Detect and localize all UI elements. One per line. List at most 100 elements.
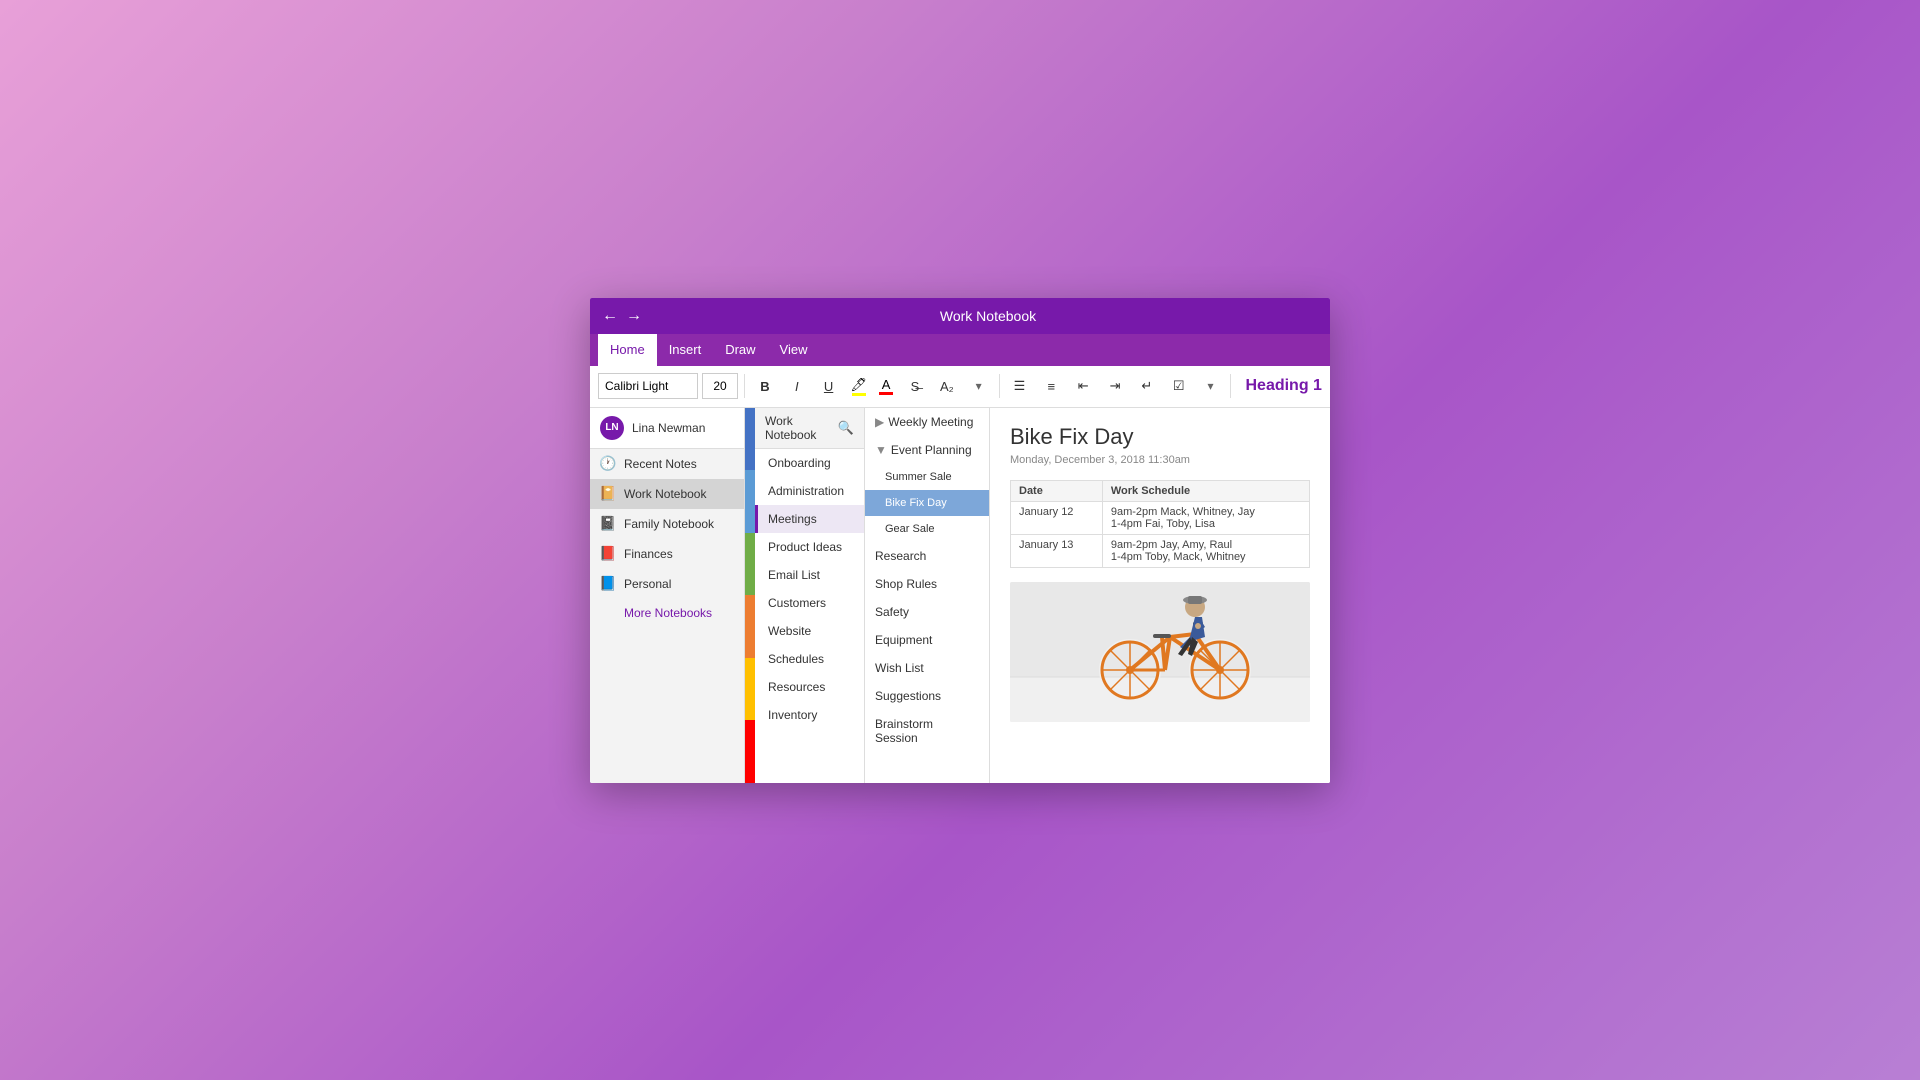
finances-icon: 📕 [600,546,616,562]
numbered-list-button[interactable]: ≡ [1037,373,1065,399]
note-content-area: Bike Fix Day Monday, December 3, 2018 11… [990,408,1330,783]
sections-panel-title: Work Notebook [765,414,838,442]
section-onboarding[interactable]: Onboarding [755,449,864,477]
sections-search-icon[interactable]: 🔍 [838,420,854,436]
forward-button[interactable]: → [626,307,642,325]
note-title: Bike Fix Day [1010,424,1310,450]
section-tab-3[interactable] [745,595,755,658]
section-tab-4[interactable] [745,658,755,721]
underline-button[interactable]: U [815,373,843,399]
section-customers[interactable]: Customers [755,589,864,617]
personal-label: Personal [624,577,671,591]
page-bike-fix-day[interactable]: Bike Fix Day [865,490,989,516]
expand-icon-event: ▼ [875,443,887,457]
page-equipment[interactable]: Equipment [865,626,989,654]
personal-icon: 📘 [600,576,616,592]
title-bar: ← → Work Notebook [590,298,1330,334]
section-meetings[interactable]: Meetings [755,505,864,533]
format-more-button[interactable]: ▾ [965,373,993,399]
indent-button[interactable]: ⇥ [1101,373,1129,399]
notebook-family[interactable]: 📓 Family Notebook [590,509,744,539]
notebook-personal[interactable]: 📘 Personal [590,569,744,599]
user-name: Lina Newman [632,421,705,435]
section-product-ideas[interactable]: Product Ideas [755,533,864,561]
page-gear-sale[interactable]: Gear Sale [865,516,989,542]
sections-header: Work Notebook 🔍 [755,408,864,449]
recent-notes-icon: 🕐 [600,456,616,472]
notebooks-header: LN Lina Newman [590,408,744,449]
menu-bar: Home Insert Draw View [590,334,1330,366]
bullet-list-button[interactable]: ☰ [1006,373,1034,399]
recent-notes-label: Recent Notes [624,457,697,471]
notebooks-panel: LN Lina Newman 🕐 Recent Notes 📔 Work Not… [590,408,745,783]
schedule-detail-1: 9am-2pm Mack, Whitney, Jay1-4pm Fai, Tob… [1102,501,1309,534]
toolbar: B I U 🖊 A S̶ A₂ ▾ ☰ ≡ ⇤ ⇥ ↵ ☑ ▾ Heading … [590,366,1330,408]
section-tab-1[interactable] [745,470,755,533]
menu-insert[interactable]: Insert [657,334,714,366]
note-date: Monday, December 3, 2018 11:30am [1010,454,1310,466]
section-inventory[interactable]: Inventory [755,701,864,729]
notebook-recent-notes[interactable]: 🕐 Recent Notes [590,449,744,479]
font-selector[interactable] [598,373,698,399]
page-summer-sale[interactable]: Summer Sale [865,464,989,490]
strikethrough-button[interactable]: S̶ [901,373,929,399]
font-color-button[interactable]: A [875,375,897,397]
sections-panel: Work Notebook 🔍 Onboarding Administratio… [755,408,865,783]
window-title: Work Notebook [658,308,1318,324]
menu-draw[interactable]: Draw [713,334,767,366]
pages-panel: ▶ Weekly Meeting ▼ Event Planning Summer… [865,408,990,783]
schedule-header-date: Date [1011,480,1103,501]
menu-view[interactable]: View [768,334,820,366]
main-content: LN Lina Newman 🕐 Recent Notes 📔 Work Not… [590,408,1330,783]
page-safety[interactable]: Safety [865,598,989,626]
notebook-work[interactable]: 📔 Work Notebook [590,479,744,509]
section-tabs [745,408,755,783]
heading-style-label: Heading 1 [1245,377,1321,395]
family-notebook-label: Family Notebook [624,517,714,531]
schedule-table: Date Work Schedule January 12 9am-2pm Ma… [1010,480,1310,568]
list-more-button[interactable]: ▾ [1197,373,1225,399]
section-resources[interactable]: Resources [755,673,864,701]
menu-home[interactable]: Home [598,334,657,366]
notebook-finances[interactable]: 📕 Finances [590,539,744,569]
work-notebook-label: Work Notebook [624,487,706,501]
section-tab-2[interactable] [745,533,755,596]
toolbar-divider-2 [999,374,1000,398]
page-shop-rules[interactable]: Shop Rules [865,570,989,598]
page-brainstorm-session[interactable]: Brainstorm Session [865,710,989,752]
outdent-button[interactable]: ⇤ [1069,373,1097,399]
schedule-header-schedule: Work Schedule [1102,480,1309,501]
page-wish-list[interactable]: Wish List [865,654,989,682]
section-website[interactable]: Website [755,617,864,645]
bold-button[interactable]: B [751,373,779,399]
work-notebook-icon: 📔 [600,486,616,502]
checkbox-button[interactable]: ☑ [1165,373,1193,399]
subscript-button[interactable]: A₂ [933,373,961,399]
section-email-list[interactable]: Email List [755,561,864,589]
font-color-icon: A [882,377,891,392]
schedule-detail-2: 9am-2pm Jay, Amy, Raul1-4pm Toby, Mack, … [1102,534,1309,567]
section-tab-0[interactable] [745,408,755,471]
more-notebooks-link[interactable]: More Notebooks [590,599,744,627]
app-window: ← → Work Notebook Home Insert Draw View … [590,298,1330,783]
user-avatar: LN [600,416,624,440]
page-suggestions[interactable]: Suggestions [865,682,989,710]
font-size-input[interactable] [702,373,738,399]
page-weekly-meeting[interactable]: ▶ Weekly Meeting [865,408,989,436]
schedule-row-1: January 12 9am-2pm Mack, Whitney, Jay1-4… [1011,501,1310,534]
font-color-bar [879,392,893,395]
toolbar-divider-3 [1230,374,1231,398]
italic-button[interactable]: I [783,373,811,399]
page-research[interactable]: Research [865,542,989,570]
expand-icon-weekly: ▶ [875,415,884,429]
section-administration[interactable]: Administration [755,477,864,505]
page-event-planning[interactable]: ▼ Event Planning [865,436,989,464]
section-schedules[interactable]: Schedules [755,645,864,673]
section-tab-5[interactable] [745,720,755,783]
indent2-button[interactable]: ↵ [1133,373,1161,399]
highlight-button[interactable]: 🖊 [847,375,872,398]
back-button[interactable]: ← [602,307,618,325]
schedule-row-2: January 13 9am-2pm Jay, Amy, Raul1-4pm T… [1011,534,1310,567]
bike-svg [1010,582,1310,722]
toolbar-divider-1 [744,374,745,398]
